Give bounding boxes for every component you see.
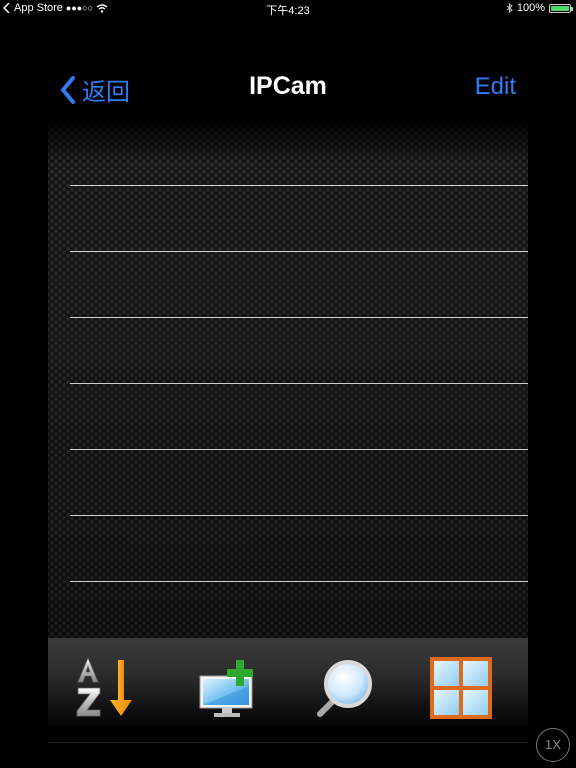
grid-view-icon	[430, 657, 492, 719]
list-item[interactable]	[48, 252, 528, 318]
camera-list[interactable]	[48, 120, 528, 638]
list-item[interactable]	[48, 516, 528, 582]
grid-view-button[interactable]	[429, 656, 493, 720]
list-item[interactable]	[48, 318, 528, 384]
battery-percent: 100%	[516, 2, 545, 14]
bottom-toolbar	[48, 638, 528, 726]
status-time: 下午4:23	[266, 5, 310, 17]
battery-icon	[549, 3, 573, 13]
list-item[interactable]	[48, 384, 528, 450]
search-icon	[317, 660, 372, 717]
divider	[48, 742, 528, 743]
edit-button[interactable]: Edit	[475, 73, 516, 101]
navigation-bar: 返回 IPCam Edit	[0, 60, 576, 116]
sort-button[interactable]	[74, 656, 138, 720]
add-camera-button[interactable]	[196, 656, 260, 720]
zoom-button[interactable]: 1X	[536, 728, 570, 762]
row-separator	[70, 581, 528, 582]
list-item[interactable]	[48, 186, 528, 252]
bluetooth-icon	[506, 3, 513, 13]
search-button[interactable]	[314, 656, 378, 720]
list-item[interactable]	[48, 120, 528, 186]
add-camera-icon	[199, 660, 253, 717]
status-bar: App Store ●●●○○ 下午4:23 100%	[0, 0, 576, 17]
list-item[interactable]	[48, 450, 528, 516]
status-right: 100%	[506, 2, 573, 14]
sort-az-icon	[76, 656, 132, 717]
